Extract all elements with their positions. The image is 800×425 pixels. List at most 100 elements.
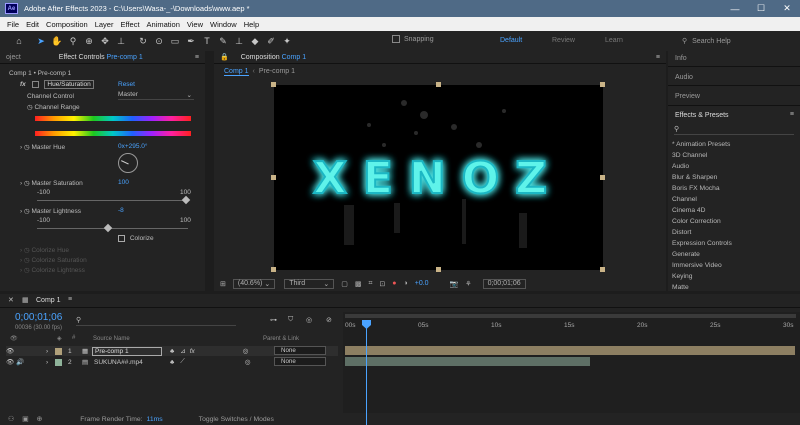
- color-channel-icon[interactable]: ●: [392, 280, 396, 287]
- bounding-handle[interactable]: [271, 267, 276, 272]
- transparency-grid-icon[interactable]: ▩: [355, 280, 362, 288]
- status-icon[interactable]: ⊕: [37, 415, 43, 423]
- audio-panel-title[interactable]: Audio: [675, 74, 693, 81]
- menu-animation[interactable]: Animation: [147, 20, 180, 29]
- timeline-tab[interactable]: Comp 1: [30, 297, 67, 304]
- preview-panel-title[interactable]: Preview: [675, 93, 700, 100]
- layer-bar-precomp[interactable]: [345, 346, 795, 355]
- type-tool-icon[interactable]: T: [200, 34, 214, 48]
- layer-bar-footage[interactable]: [345, 357, 590, 366]
- close-icon[interactable]: ✕: [8, 296, 14, 304]
- zoom-dropdown[interactable]: (40.6%) ⌄: [232, 278, 276, 289]
- effects-search-input[interactable]: ⚲: [674, 125, 794, 135]
- effects-item[interactable]: 3D Channel: [672, 152, 707, 159]
- parent-dropdown[interactable]: None: [274, 357, 326, 366]
- status-icon[interactable]: ⚇: [8, 415, 14, 423]
- label-tag-icon[interactable]: ◈: [57, 335, 62, 342]
- bounding-handle[interactable]: [600, 175, 605, 180]
- rectangle-tool-icon[interactable]: ▭: [168, 34, 182, 48]
- panel-menu-icon[interactable]: ≡: [195, 54, 199, 61]
- effects-item[interactable]: Immersive Video: [672, 262, 722, 269]
- layer-name[interactable]: SUKUNA##.mp4: [92, 359, 162, 366]
- menu-edit[interactable]: Edit: [26, 20, 39, 29]
- parent-dropdown[interactable]: None: [274, 346, 326, 355]
- expand-chevron-icon[interactable]: ›: [46, 348, 55, 355]
- visibility-icon[interactable]: 👁: [6, 358, 16, 366]
- composition-tab[interactable]: Composition Comp 1: [235, 54, 312, 61]
- stopwatch-icon[interactable]: › ◷: [20, 180, 30, 187]
- search-help[interactable]: ⚲ Search Help: [682, 35, 794, 47]
- selection-tool-icon[interactable]: ➤: [34, 34, 48, 48]
- effects-item[interactable]: Channel: [672, 196, 697, 203]
- effects-item[interactable]: Expression Controls: [672, 240, 732, 247]
- bounding-handle[interactable]: [600, 82, 605, 87]
- bounding-handle[interactable]: [436, 267, 441, 272]
- visibility-icon[interactable]: 👁: [6, 347, 16, 355]
- fx-icon[interactable]: fx: [20, 81, 26, 88]
- effects-item[interactable]: Cinema 4D: [672, 207, 705, 214]
- stopwatch-icon[interactable]: › ◷: [20, 208, 30, 215]
- workspace-learn[interactable]: Learn: [605, 37, 623, 44]
- panel-menu-icon[interactable]: ≡: [656, 54, 660, 61]
- effect-controls-tab[interactable]: Effect Controls Pre-comp 1: [53, 54, 149, 61]
- puppet-pin-icon[interactable]: ✦: [280, 34, 294, 48]
- bounding-handle[interactable]: [271, 82, 276, 87]
- shy-icon[interactable]: ♣: [170, 359, 174, 366]
- dolly-camera-icon[interactable]: ⊥: [114, 34, 128, 48]
- audio-icon[interactable]: 🔊: [16, 358, 26, 366]
- menu-effect[interactable]: Effect: [120, 20, 139, 29]
- clone-stamp-icon[interactable]: ⊥: [232, 34, 246, 48]
- hue-dial[interactable]: [118, 153, 138, 173]
- rotation-tool-icon[interactable]: ↻: [136, 34, 150, 48]
- project-tab[interactable]: oject: [0, 54, 27, 61]
- eraser-tool-icon[interactable]: ◆: [248, 34, 262, 48]
- effects-item[interactable]: Audio: [672, 163, 689, 170]
- timeline-timecode[interactable]: 0;00;01;06: [15, 312, 62, 323]
- comp-timecode[interactable]: 0;00;01;06: [482, 278, 526, 289]
- exposure-value[interactable]: +0.0: [415, 280, 429, 287]
- close-button[interactable]: ✕: [774, 0, 800, 17]
- info-panel-title[interactable]: Info: [675, 55, 687, 62]
- shy-icon[interactable]: ♣: [170, 348, 174, 355]
- saturation-slider-knob[interactable]: [181, 195, 191, 205]
- menu-window[interactable]: Window: [210, 20, 237, 29]
- bounding-handle[interactable]: [436, 82, 441, 87]
- effect-name[interactable]: Hue/Saturation: [44, 80, 94, 90]
- toggle-switches-modes[interactable]: Toggle Switches / Modes: [199, 416, 274, 423]
- bounding-handle[interactable]: [271, 175, 276, 180]
- snapshot-icon[interactable]: 📷: [450, 280, 459, 288]
- reset-link[interactable]: Reset: [118, 81, 135, 88]
- minimize-button[interactable]: —: [722, 0, 748, 17]
- menu-view[interactable]: View: [187, 20, 203, 29]
- lightness-slider-knob[interactable]: [103, 223, 113, 233]
- master-lightness-value[interactable]: -8: [118, 207, 124, 214]
- orbit-camera-icon[interactable]: ⊕: [82, 34, 96, 48]
- brush-tool-icon[interactable]: ✎: [216, 34, 230, 48]
- effects-item[interactable]: Matte: [672, 284, 689, 291]
- channel-control-dropdown[interactable]: Master ⌄: [118, 91, 194, 100]
- menu-file[interactable]: File: [7, 20, 19, 29]
- resolution-dropdown[interactable]: Third ⌄: [284, 278, 335, 289]
- region-of-interest-icon[interactable]: ▢: [341, 280, 348, 288]
- lightness-slider-track[interactable]: [37, 228, 188, 229]
- exposure-icon[interactable]: ◑: [404, 280, 408, 287]
- zoom-tool-icon[interactable]: ⚲: [66, 34, 80, 48]
- viewer-tab-comp1[interactable]: Comp 1: [224, 68, 249, 76]
- timeline-search-input[interactable]: ⚲: [76, 316, 236, 326]
- effects-item[interactable]: Generate: [672, 251, 700, 258]
- motion-blur-icon[interactable]: ◎: [306, 316, 312, 324]
- viewer-tab-precomp1[interactable]: Pre-comp 1: [259, 68, 295, 76]
- collapse-icon[interactable]: ⊿: [180, 347, 185, 355]
- always-preview-icon[interactable]: ⊞: [220, 280, 226, 288]
- layer-label-color[interactable]: [55, 347, 62, 355]
- parent-link-header[interactable]: Parent & Link: [263, 336, 299, 342]
- visibility-icon[interactable]: 👁: [10, 335, 18, 342]
- home-icon[interactable]: ⌂: [12, 34, 26, 48]
- master-hue-value[interactable]: 0x+295.0°: [118, 143, 148, 150]
- menu-composition[interactable]: Composition: [46, 20, 88, 29]
- draft-3d-icon[interactable]: ⛉: [288, 316, 293, 324]
- status-icon[interactable]: ▣: [22, 415, 28, 423]
- lock-icon[interactable]: 🔒: [214, 53, 235, 61]
- graph-editor-icon[interactable]: ⊘: [326, 316, 332, 324]
- panel-menu-icon[interactable]: ≡: [68, 296, 72, 303]
